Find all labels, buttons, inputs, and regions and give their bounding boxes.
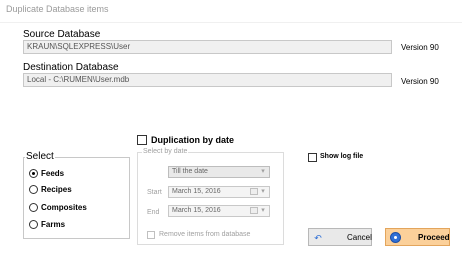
source-version: Version 90 [401, 43, 439, 52]
source-database-field[interactable]: KRAUN\SQLEXPRESS\User [23, 40, 392, 54]
select-group [23, 157, 130, 239]
destination-database-field[interactable]: Local - C:\RUMEN\User.mdb [23, 73, 392, 87]
radio-composites-label: Composites [41, 203, 87, 212]
remove-items-checkbox[interactable] [147, 231, 155, 239]
radio-recipes[interactable] [29, 185, 38, 194]
destination-version: Version 90 [401, 77, 439, 86]
chevron-down-icon: ▾ [261, 207, 265, 214]
end-date-value: March 15, 2016 [172, 207, 221, 214]
start-date-label: Start [147, 189, 162, 196]
duplication-by-date-label: Duplication by date [151, 135, 235, 145]
date-mode-value: Till the date [172, 168, 208, 175]
radio-recipes-label: Recipes [41, 185, 72, 194]
end-date-picker[interactable]: March 15, 2016 ▾ [168, 205, 270, 217]
cancel-button-label: Cancel [347, 233, 372, 242]
window-title: Duplicate Database items [6, 4, 109, 14]
start-date-picker[interactable]: March 15, 2016 ▾ [168, 186, 270, 198]
select-by-date-title: Select by date [142, 148, 189, 155]
destination-database-label: Destination Database [23, 62, 119, 73]
title-bar: Duplicate Database items [0, 0, 462, 22]
start-date-value: March 15, 2016 [172, 188, 221, 195]
radio-farms-label: Farms [41, 220, 66, 229]
title-divider [0, 22, 462, 23]
source-database-label: Source Database [23, 29, 101, 40]
show-log-file-checkbox[interactable] [308, 153, 317, 162]
proceed-button-label: Proceed [418, 233, 450, 242]
cancel-button[interactable]: ↶ Cancel [308, 228, 372, 246]
show-log-file-label: Show log file [320, 153, 364, 160]
select-group-title: Select [25, 151, 55, 162]
end-date-label: End [147, 209, 160, 216]
radio-farms[interactable] [29, 220, 38, 229]
duplication-by-date-checkbox[interactable] [137, 135, 147, 145]
radio-feeds-label: Feeds [41, 169, 65, 178]
remove-items-label: Remove items from database [159, 231, 251, 238]
radio-feeds[interactable] [29, 169, 38, 178]
undo-arrow-icon: ↶ [314, 233, 322, 243]
proceed-disc-icon [390, 232, 401, 243]
radio-composites[interactable] [29, 203, 38, 212]
date-mode-select[interactable]: Till the date ▾ [168, 166, 270, 178]
proceed-button[interactable]: Proceed [385, 228, 450, 246]
chevron-down-icon: ▾ [261, 188, 265, 195]
chevron-down-icon: ▾ [261, 168, 265, 175]
